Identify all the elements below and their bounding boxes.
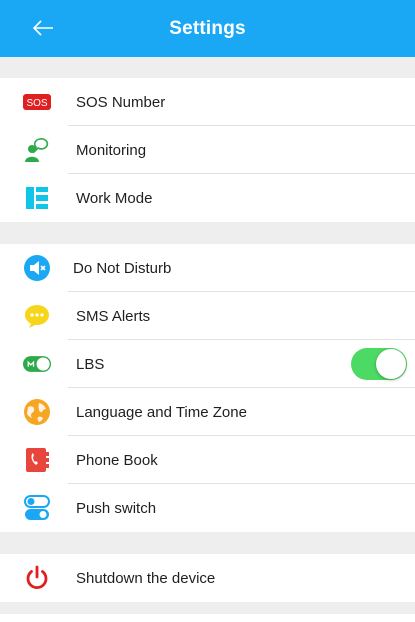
lbs-toggle-switch[interactable]	[351, 348, 407, 380]
work-mode-row[interactable]: Work Mode	[0, 174, 415, 222]
shutdown-row[interactable]: Shutdown the device	[0, 554, 415, 602]
language-time-zone-row[interactable]: Language and Time Zone	[0, 388, 415, 436]
section-divider	[0, 602, 415, 614]
monitoring-icon	[23, 136, 51, 164]
language-time-zone-label: Language and Time Zone	[76, 403, 247, 421]
page-title: Settings	[169, 17, 246, 39]
sos-number-row[interactable]: SOS SOS Number	[0, 78, 415, 126]
mute-speaker-icon	[23, 254, 51, 282]
push-switch-icon	[23, 494, 51, 522]
lbs-row[interactable]: LBS	[0, 340, 415, 388]
section-divider	[0, 57, 415, 78]
push-switch-row[interactable]: Push switch	[0, 484, 415, 532]
lbs-toggle-icon	[23, 350, 51, 378]
phone-book-label: Phone Book	[76, 451, 158, 469]
arrow-left-icon	[32, 20, 53, 36]
phone-book-row[interactable]: Phone Book	[0, 436, 415, 484]
section-divider	[0, 222, 415, 244]
section-divider	[0, 532, 415, 554]
globe-icon	[23, 398, 51, 426]
phone-book-icon	[23, 446, 51, 474]
settings-screen: Settings SOS SOS Number Monitoring Work …	[0, 0, 415, 622]
monitoring-row[interactable]: Monitoring	[0, 126, 415, 174]
do-not-disturb-label: Do Not Disturb	[73, 259, 172, 277]
shutdown-label: Shutdown the device	[76, 569, 216, 587]
sos-icon: SOS	[23, 88, 51, 116]
back-button[interactable]	[30, 16, 56, 40]
power-icon	[23, 564, 51, 592]
header-bar: Settings	[0, 0, 415, 57]
work-mode-icon	[23, 184, 51, 212]
sos-icon-text: SOS	[26, 98, 47, 109]
push-switch-label: Push switch	[76, 499, 157, 517]
lbs-label: LBS	[76, 355, 105, 373]
chat-bubble-icon	[23, 302, 51, 330]
work-mode-label: Work Mode	[76, 189, 153, 207]
sms-alerts-label: SMS Alerts	[76, 307, 151, 325]
toggle-knob	[376, 349, 406, 379]
sms-alerts-row[interactable]: SMS Alerts	[0, 292, 415, 340]
do-not-disturb-row[interactable]: Do Not Disturb	[0, 244, 415, 292]
monitoring-label: Monitoring	[76, 141, 147, 159]
sos-number-label: SOS Number	[76, 93, 166, 111]
